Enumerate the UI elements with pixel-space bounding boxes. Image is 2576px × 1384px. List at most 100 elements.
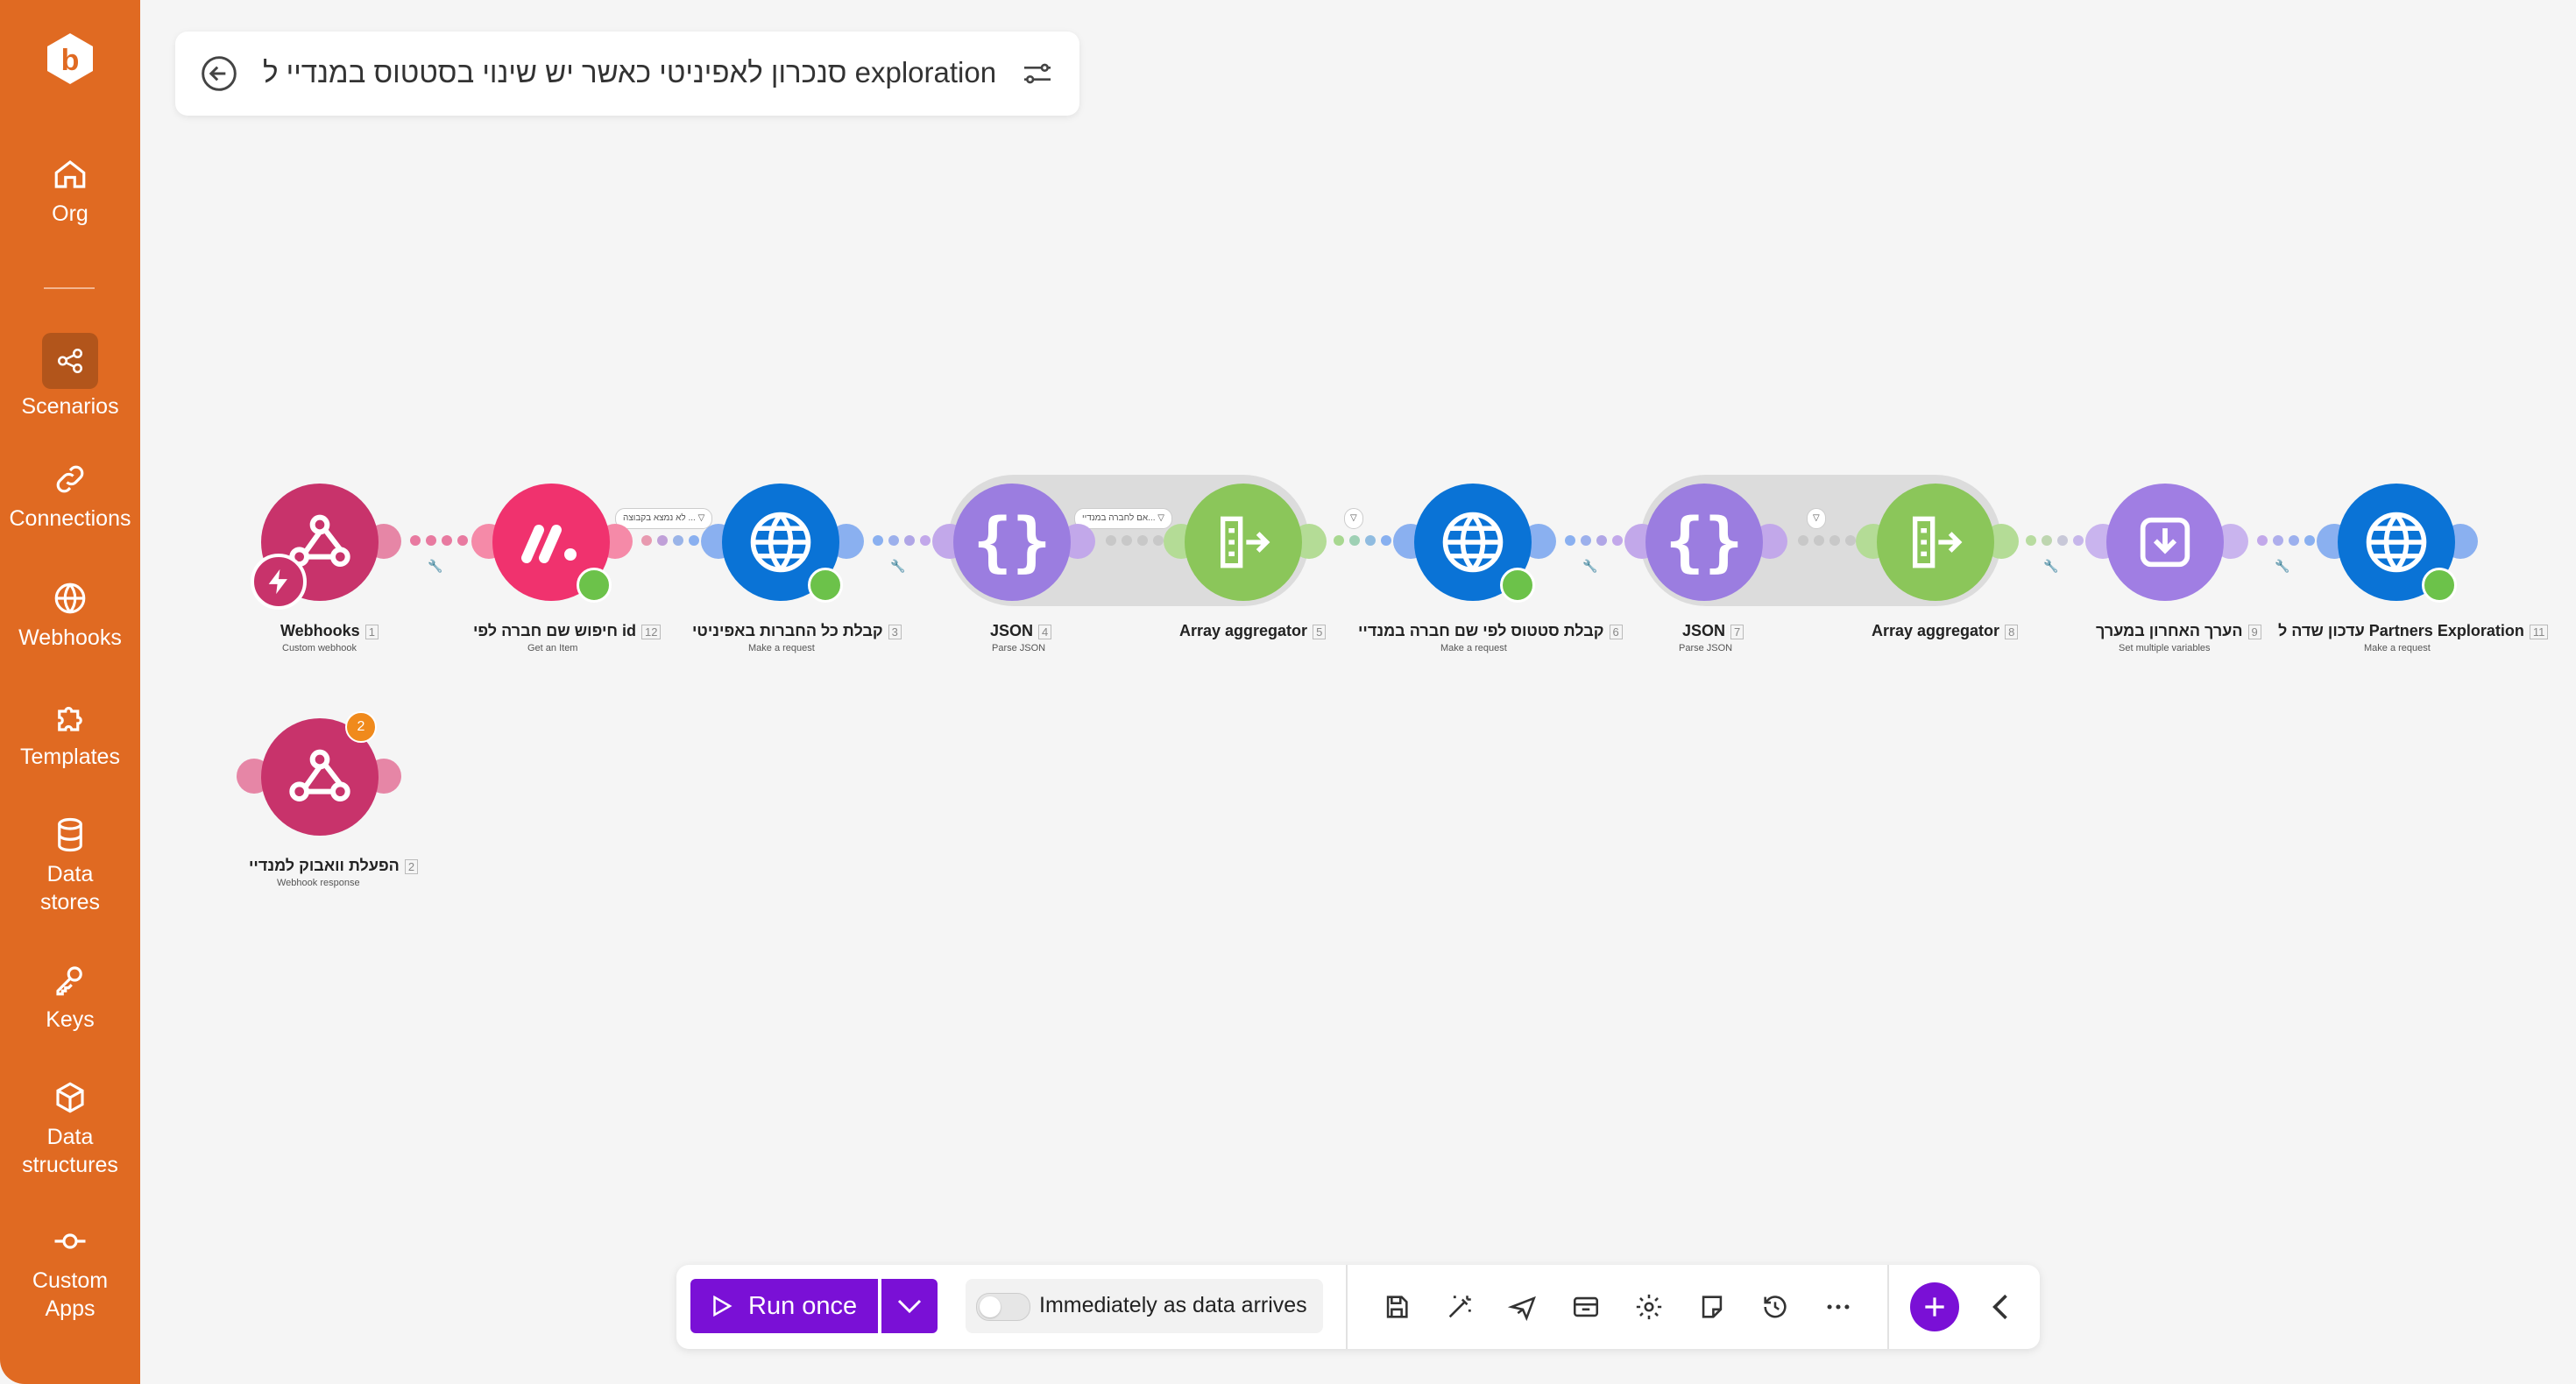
module-subtitle: Parse JSON xyxy=(992,643,1046,653)
scenario-settings-tool[interactable] xyxy=(1630,1288,1668,1326)
notes-button[interactable] xyxy=(1693,1288,1731,1326)
gear-icon xyxy=(1636,1294,1662,1320)
sidebar-item-scenarios[interactable]: Scenarios xyxy=(0,333,140,420)
sidebar-item-templates[interactable]: Templates xyxy=(0,699,140,771)
filter-label-4-5[interactable]: אם לחברה במנדיי... ▽ xyxy=(1074,508,1172,529)
filter-label-7-8[interactable]: ▽ xyxy=(1807,508,1826,529)
sidebar-item-data-stores[interactable]: Data stores xyxy=(0,816,140,916)
filter-icon: ▽ xyxy=(1157,513,1164,523)
key-icon xyxy=(52,962,88,999)
connector-3-4[interactable] xyxy=(873,534,936,550)
sidebar-item-connections[interactable]: Connections xyxy=(0,461,140,533)
play-icon xyxy=(713,1295,732,1317)
run-once-button[interactable]: Run once xyxy=(690,1279,878,1333)
module-subtitle: Webhook response xyxy=(277,878,360,888)
connector-1-12[interactable] xyxy=(410,534,473,550)
download-icon xyxy=(2106,484,2224,601)
chevron-down-icon xyxy=(897,1299,922,1314)
more-options-button[interactable] xyxy=(1819,1288,1858,1326)
add-module-button[interactable] xyxy=(1910,1282,1959,1331)
module-subtitle: Make a request xyxy=(1440,643,1507,653)
scenario-canvas[interactable] xyxy=(140,131,2576,1253)
connector-8-9[interactable] xyxy=(2026,534,2089,550)
filter-text: אם לחברה במנדיי... xyxy=(1082,513,1156,523)
save-button[interactable] xyxy=(1377,1288,1416,1326)
instant-trigger-icon xyxy=(251,554,307,610)
updated-badge-icon xyxy=(808,568,843,603)
module-name: Webhooks 1 xyxy=(280,622,379,640)
wrench-icon[interactable]: 🔧 xyxy=(428,559,442,574)
plus-icon xyxy=(1925,1297,1944,1317)
sidebar-item-data-structures[interactable]: Data structures xyxy=(0,1079,140,1179)
connector-6-7[interactable] xyxy=(1565,534,1628,550)
connector-12-3[interactable] xyxy=(641,534,704,550)
module-name: הערך האחרון במערך 9 xyxy=(2096,622,2261,640)
toolbar-divider xyxy=(1346,1265,1348,1349)
connector-7-8[interactable] xyxy=(1798,534,1861,550)
sliders-icon xyxy=(1024,63,1051,84)
module-subtitle: Custom webhook xyxy=(282,643,357,653)
sidebar-item-custom-apps[interactable]: Custom Apps xyxy=(0,1223,140,1323)
braces-icon: {} xyxy=(1645,484,1763,601)
schedule-label: Immediately as data arrives xyxy=(1039,1293,1307,1317)
globe-icon xyxy=(52,580,88,617)
scenario-io-button[interactable] xyxy=(1567,1288,1605,1326)
scenario-title[interactable]: סנכרון לאפיניטי כאשר יש שינוי בסטטוס במנ… xyxy=(263,56,996,89)
history-button[interactable] xyxy=(1756,1288,1794,1326)
sidebar-item-label: Keys xyxy=(46,1007,95,1032)
updated-badge-icon xyxy=(2422,568,2457,603)
module-subtitle: Parse JSON xyxy=(1679,643,1733,653)
collapse-toolbar-button[interactable] xyxy=(1982,1288,2020,1326)
sidebar-item-label: Data structures xyxy=(22,1125,118,1177)
module-name: קבלת כל החברות באפיניטי 3 xyxy=(692,622,902,640)
wrench-icon[interactable]: 🔧 xyxy=(890,559,905,574)
puzzle-icon xyxy=(52,699,88,736)
filter-icon: ▽ xyxy=(1350,513,1357,523)
magic-wand-icon xyxy=(1448,1296,1471,1318)
filter-label-12-3[interactable]: לא נמצא בקבוצה ... ▽ xyxy=(615,508,713,529)
note-icon xyxy=(1702,1296,1723,1318)
wrench-icon[interactable]: 🔧 xyxy=(2275,559,2289,574)
sidebar-item-keys[interactable]: Keys xyxy=(0,962,140,1034)
sidebar-item-label: Org xyxy=(52,201,88,226)
wrench-icon[interactable]: 🔧 xyxy=(2043,559,2058,574)
sidebar-item-webhooks[interactable]: Webhooks xyxy=(0,580,140,652)
aggregator-icon xyxy=(1185,484,1302,601)
immediate-run-toggle[interactable] xyxy=(976,1293,1030,1321)
aggregator-icon xyxy=(1877,484,1994,601)
module-name: הפעלת וואבוק למנדיי 2 xyxy=(249,857,419,875)
svg-text:b: b xyxy=(61,44,80,77)
connector-4-5[interactable] xyxy=(1106,534,1169,550)
auto-align-button[interactable] xyxy=(1440,1288,1479,1326)
sidebar-item-label: Scenarios xyxy=(21,394,119,419)
sidebar-item-label: Data stores xyxy=(39,862,101,914)
sidebar-item-label: Templates xyxy=(20,745,120,769)
braces-icon: {} xyxy=(953,484,1071,601)
module-name: חיפוש שם חברה לפי id 12 xyxy=(473,622,662,640)
chevron-left-icon xyxy=(1992,1294,2007,1320)
operations-count-badge[interactable]: 2 xyxy=(345,711,377,743)
connector-5-6[interactable] xyxy=(1334,534,1397,550)
module-subtitle: Set multiple variables xyxy=(2119,643,2211,653)
layout-icon xyxy=(1573,1296,1599,1317)
back-button[interactable] xyxy=(200,54,238,93)
history-icon xyxy=(1764,1296,1787,1318)
wrench-icon[interactable]: 🔧 xyxy=(1582,559,1597,574)
module-name: Array aggregator 8 xyxy=(1872,622,2019,640)
sidebar-item-org[interactable]: Org xyxy=(0,156,140,228)
database-icon xyxy=(52,816,88,853)
module-name: JSON 4 xyxy=(990,622,1052,640)
connector-9-11[interactable] xyxy=(2257,534,2320,550)
module-name: Array aggregator 5 xyxy=(1179,622,1327,640)
explain-flow-button[interactable] xyxy=(1504,1288,1542,1326)
filter-icon: ▽ xyxy=(697,513,705,523)
filter-label-5-6[interactable]: ▽ xyxy=(1344,508,1363,529)
run-options-dropdown[interactable] xyxy=(881,1279,938,1333)
scenario-toolbar: Run once Immediately as data arrives xyxy=(676,1265,2040,1349)
sidebar-item-label: Webhooks xyxy=(18,625,122,650)
schedule-setting[interactable]: Immediately as data arrives xyxy=(966,1279,1323,1333)
brand-logo[interactable]: b xyxy=(44,32,96,86)
module-subtitle: Make a request xyxy=(748,643,815,653)
scenario-settings-button[interactable] xyxy=(1020,56,1055,91)
more-horizontal-icon xyxy=(1827,1304,1850,1310)
